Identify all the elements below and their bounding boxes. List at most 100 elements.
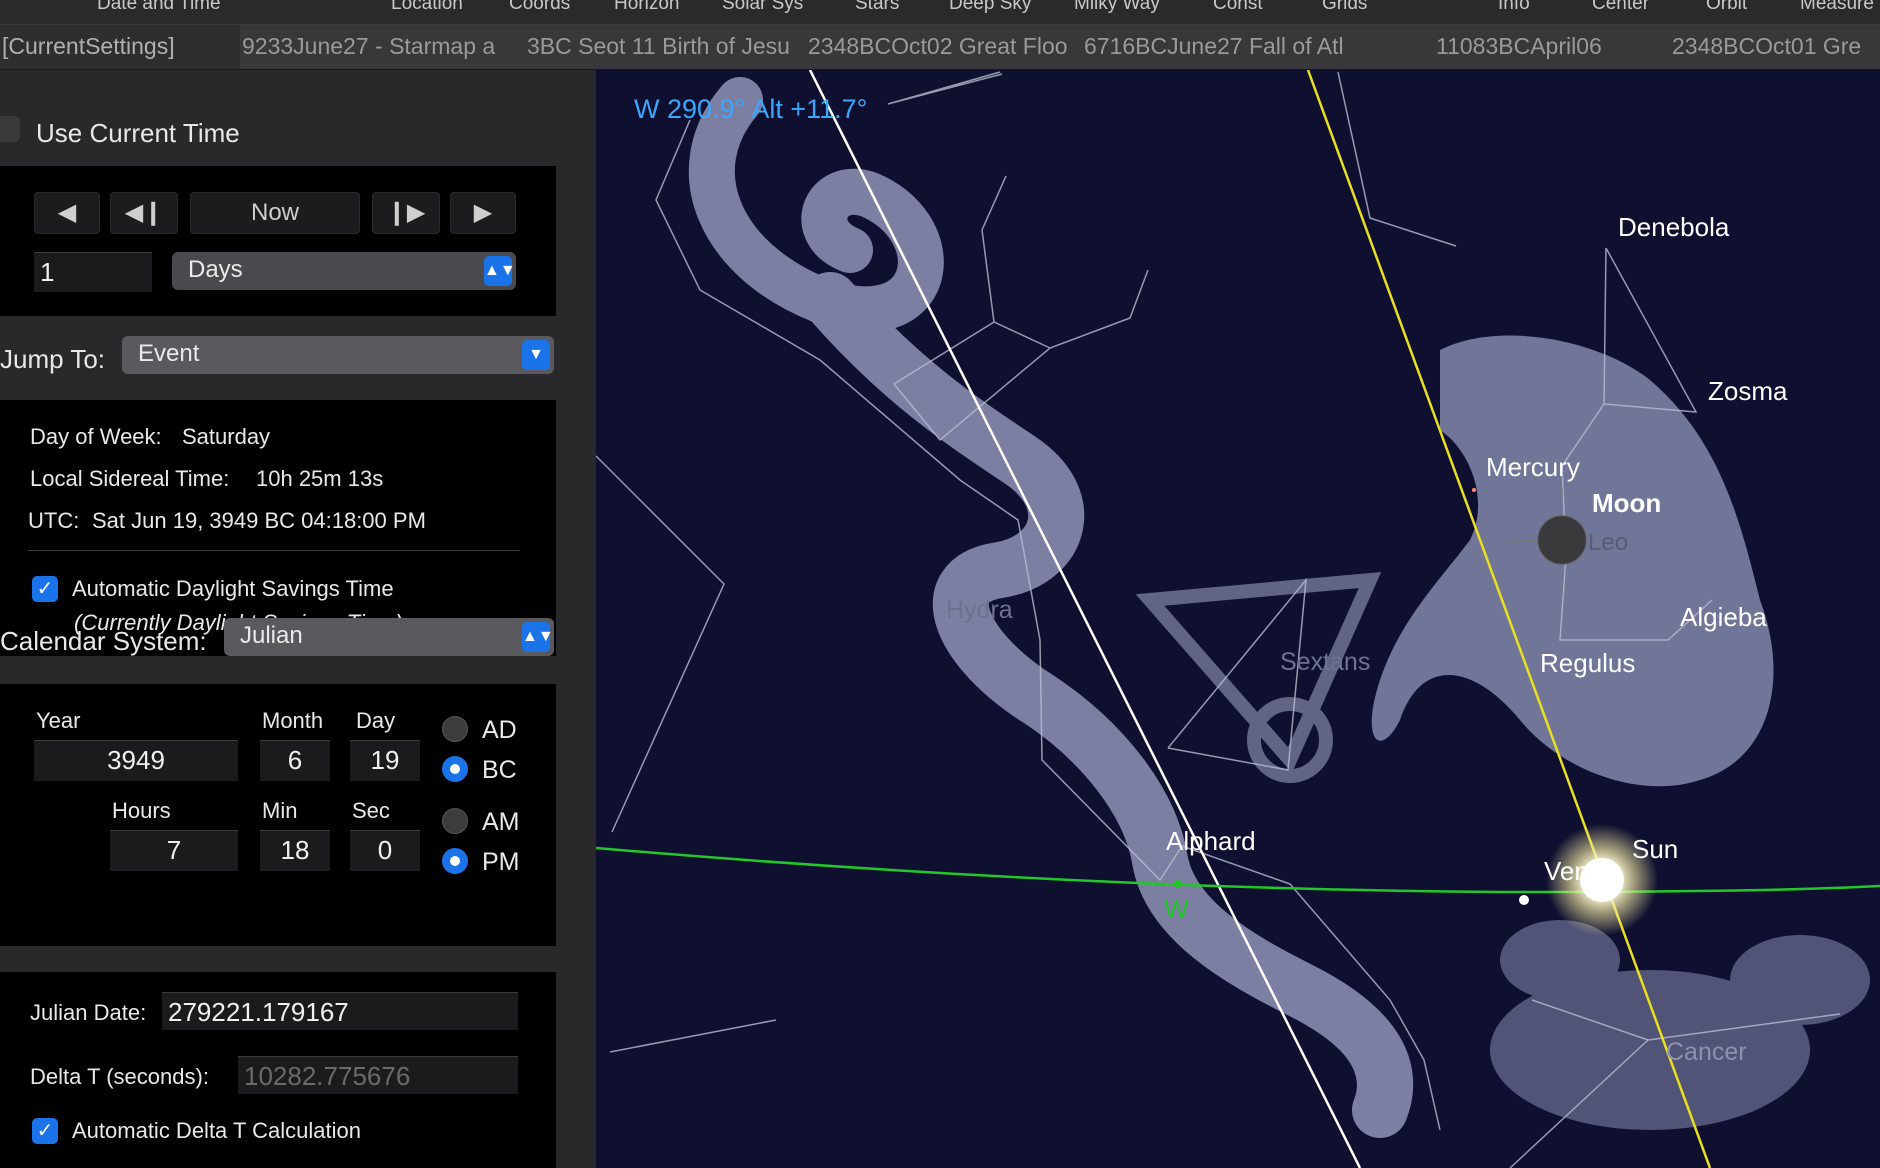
auto-dst-checkbox[interactable]: ✓ (32, 576, 58, 602)
saved-setting-item[interactable]: 6716BCJune27 Fall of Atl (1084, 33, 1388, 60)
menu-orbit[interactable]: Orbit (1706, 0, 1747, 15)
utc-label: UTC: (28, 508, 80, 533)
day-input[interactable]: 19 (350, 740, 420, 781)
bc-radio[interactable] (442, 756, 468, 782)
step-back-icon: ◀❙ (124, 199, 164, 226)
calendar-system-value: Julian (240, 622, 303, 649)
saved-settings-bar: [CurrentSettings] 9233June27 - Starmap a… (0, 25, 1880, 70)
auto-dst-label: Automatic Daylight Savings Time (72, 576, 394, 601)
horizon-west-label: W (1164, 894, 1189, 924)
sky-chart-view[interactable]: W 290.9° Alt +11.7° Denebola Zosma Mercu… (596, 70, 1880, 1168)
menu-milky-way[interactable]: Milky Way (1074, 0, 1160, 15)
star-label-zosma[interactable]: Zosma (1708, 376, 1788, 406)
use-current-time-label: Use Current Time (36, 118, 240, 148)
year-input[interactable]: 3949 (34, 740, 238, 781)
step-forward-icon: ❙▶ (386, 199, 426, 226)
sec-label: Sec (352, 798, 390, 823)
sidereal-time-label: Local Sidereal Time: (30, 466, 230, 491)
planet-label-venus[interactable]: Venus (1544, 856, 1616, 886)
now-button[interactable]: Now (190, 192, 360, 234)
step-amount-input[interactable]: 1 (34, 252, 152, 292)
saved-setting-item[interactable]: 2348BCOct01 Gre (1672, 33, 1880, 60)
saved-setting-item[interactable]: 11083BCApril06 (1436, 33, 1636, 60)
auto-delta-t-label: Automatic Delta T Calculation (72, 1118, 361, 1143)
day-of-week-label: Day of Week: (30, 424, 162, 449)
pm-radio[interactable] (442, 848, 468, 874)
step-forward-button[interactable]: ❙▶ (372, 192, 440, 234)
ad-radio[interactable] (442, 716, 468, 742)
menu-coords[interactable]: Coords (509, 0, 570, 15)
venus-marker[interactable] (1519, 895, 1529, 905)
saved-setting-item[interactable]: 3BC Seot 11 Birth of Jesu (527, 33, 808, 60)
step-forward-fast-button[interactable]: ▶ (450, 192, 516, 234)
jump-to-label: Jump To: (0, 344, 106, 374)
menu-solar-sys[interactable]: Solar Sys (722, 0, 803, 15)
star-label-denebola[interactable]: Denebola (1618, 212, 1730, 242)
menu-center[interactable]: Center (1592, 0, 1649, 15)
min-label: Min (262, 798, 298, 823)
saved-setting-item[interactable]: 9233June27 - Starmap a (242, 33, 526, 60)
menu-const[interactable]: Const (1213, 0, 1263, 15)
calendar-system-label: Calendar System: (0, 626, 207, 656)
divider (28, 550, 520, 551)
am-radio[interactable] (442, 808, 468, 834)
menu-grids[interactable]: Grids (1322, 0, 1367, 15)
bc-label: BC (482, 756, 517, 784)
julian-date-box: Julian Date: 279221.179167 Delta T (seco… (0, 972, 556, 1168)
menu-date-and-time[interactable]: Date and Time (97, 0, 221, 15)
sec-input[interactable]: 0 (350, 830, 420, 871)
year-label: Year (36, 708, 81, 733)
date-fields-box: Year Month Day 3949 6 19 AD BC Hours Min… (0, 684, 556, 946)
menu-bar: Date and Time Location Coords Horizon So… (0, 0, 1880, 25)
hours-label: Hours (112, 798, 171, 823)
menu-info[interactable]: Info (1498, 0, 1530, 15)
menu-location[interactable]: Location (391, 0, 463, 15)
menu-horizon[interactable]: Horizon (614, 0, 679, 15)
am-label: AM (482, 808, 520, 836)
sun-label[interactable]: Sun (1632, 834, 1678, 864)
step-back-button[interactable]: ◀❙ (110, 192, 178, 234)
checkmark-icon: ✓ (36, 1120, 54, 1142)
day-of-week-value: Saturday (182, 424, 271, 449)
updown-chevron-icon: ▲▼ (522, 622, 554, 652)
constellation-label-cancer[interactable]: Cancer (1666, 1038, 1747, 1066)
step-back-fast-button[interactable]: ◀ (34, 192, 100, 234)
menu-measure[interactable]: Measure (1800, 0, 1874, 15)
triangle-left-icon: ◀ (57, 199, 77, 226)
sidereal-time-value: 10h 25m 13s (256, 466, 384, 491)
star-label-alphard[interactable]: Alphard (1166, 826, 1256, 856)
star-label-regulus[interactable]: Regulus (1540, 648, 1635, 678)
menu-stars[interactable]: Stars (855, 0, 899, 15)
planet-label-mercury[interactable]: Mercury (1486, 452, 1580, 482)
current-settings-label: [CurrentSettings] (2, 33, 175, 59)
jump-to-select[interactable]: Event ▼ (122, 336, 554, 374)
current-settings-tab[interactable]: [CurrentSettings] (0, 25, 240, 69)
saved-setting-item[interactable]: 2348BCOct02 Great Floo (808, 33, 1084, 60)
constellation-label-sextans[interactable]: Sextans (1280, 648, 1370, 676)
julian-date-label: Julian Date: (30, 1000, 147, 1025)
auto-delta-t-checkbox[interactable]: ✓ (32, 1118, 58, 1144)
month-input[interactable]: 6 (260, 740, 330, 781)
step-unit-select[interactable]: Days ▲▼ (172, 252, 516, 290)
mercury-marker[interactable] (1472, 488, 1476, 492)
constellation-label-leo[interactable]: Leo (1588, 529, 1628, 556)
day-label: Day (356, 708, 396, 733)
triangle-right-icon: ▶ (473, 199, 493, 226)
min-input[interactable]: 18 (260, 830, 330, 871)
step-unit-value: Days (188, 256, 243, 283)
checkmark-icon: ✓ (36, 578, 54, 600)
julian-date-input[interactable]: 279221.179167 (162, 992, 518, 1030)
use-current-time-checkbox[interactable] (0, 116, 20, 142)
jump-to-value: Event (138, 340, 200, 367)
step-controls-box: ◀ ◀❙ Now ❙▶ ▶ 1 Days ▲▼ (0, 166, 556, 316)
star-label-algieba[interactable]: Algieba (1680, 602, 1767, 632)
moon-label[interactable]: Moon (1592, 488, 1661, 518)
pm-label: PM (482, 848, 520, 876)
month-label: Month (262, 708, 324, 733)
calendar-system-select[interactable]: Julian ▲▼ (224, 618, 554, 656)
utc-value: Sat Jun 19, 3949 BC 04:18:00 PM (92, 508, 426, 533)
hours-input[interactable]: 7 (110, 830, 238, 871)
delta-t-label: Delta T (seconds): (30, 1064, 209, 1089)
constellation-label-hydra[interactable]: Hydra (946, 596, 1013, 624)
menu-deep-sky[interactable]: Deep Sky (949, 0, 1031, 15)
